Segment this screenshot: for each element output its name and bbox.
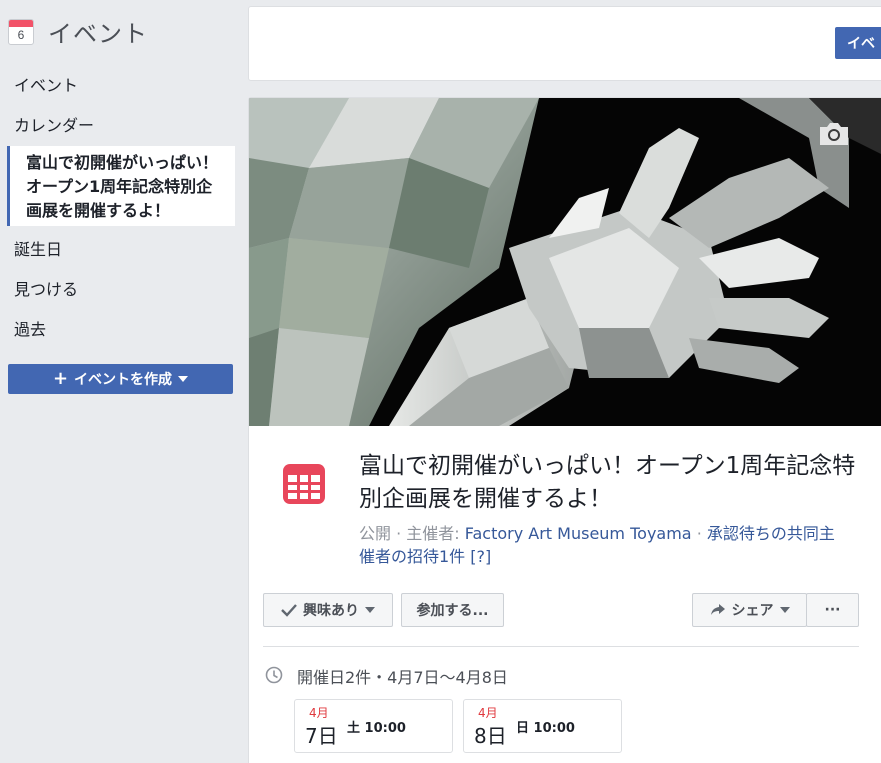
create-event-button[interactable]: + イベントを作成 — [8, 364, 233, 394]
chip-month: 4月 — [309, 706, 329, 720]
interested-button[interactable]: 興味あり — [263, 593, 393, 627]
sidebar-item-past[interactable]: 過去 — [14, 316, 46, 340]
event-calendar-icon — [283, 464, 325, 504]
clock-icon — [265, 666, 283, 684]
chip-day: 7日 — [305, 724, 338, 748]
help-link[interactable]: [?] — [470, 547, 491, 566]
share-arrow-icon — [710, 604, 725, 615]
host-link[interactable]: Factory Art Museum Toyama — [465, 524, 692, 543]
share-label: シェア — [731, 603, 774, 619]
event-meta: 公開 · 主催者: Factory Art Museum Toyama · 承認… — [359, 522, 849, 568]
chevron-down-icon — [779, 607, 790, 613]
plus-icon: + — [52, 368, 69, 389]
interested-label: 興味あり — [303, 603, 359, 619]
chip-weekday: 日 — [516, 721, 530, 736]
create-event-top-button[interactable]: イベ — [835, 27, 881, 59]
sidebar-item-selected-event[interactable]: 富山で初開催がいっぱい！オープン1周年記念特別企画展を開催するよ！ — [7, 146, 235, 226]
calendar-icon: 6 — [8, 18, 34, 45]
chip-time-value: 10:00 — [364, 721, 406, 736]
chip-month: 4月 — [478, 706, 498, 720]
event-title: 富山で初開催がいっぱい！オープン1周年記念特別企画展を開催するよ！ — [359, 453, 856, 512]
chip-weekday: 土 — [347, 721, 361, 736]
calendar-day: 6 — [17, 27, 25, 42]
more-button[interactable]: ··· — [806, 593, 859, 627]
sidebar-item-calendar[interactable]: カレンダー — [14, 112, 94, 136]
chevron-down-icon — [178, 376, 189, 382]
going-button[interactable]: 参加する... — [401, 593, 504, 627]
sidebar-item-birthdays[interactable]: 誕生日 — [14, 236, 62, 260]
more-icon: ··· — [824, 602, 841, 618]
meta-separator: · — [691, 524, 707, 543]
check-icon — [281, 604, 297, 617]
top-card — [248, 6, 881, 81]
sidebar-item-events[interactable]: イベント — [14, 72, 78, 96]
sidebar-header: 6 イベント — [8, 14, 148, 49]
create-event-label: イベントを作成 — [74, 372, 173, 388]
camera-icon[interactable] — [817, 120, 851, 148]
sidebar-title: イベント — [48, 20, 148, 48]
event-visibility: 公開 · 主催者: — [359, 524, 465, 543]
sidebar: 6 イベント イベント カレンダー 富山で初開催がいっぱい！オープン1周年記念特… — [0, 0, 240, 763]
going-label: 参加する... — [416, 603, 489, 619]
chip-time: 土 10:00 — [347, 717, 406, 736]
cover-image — [249, 98, 881, 426]
chip-time-value: 10:00 — [533, 721, 575, 736]
cover-photo — [249, 98, 881, 426]
sidebar-item-discover[interactable]: 見つける — [14, 276, 78, 300]
date-chip[interactable]: 4月 7日 土 10:00 — [294, 699, 453, 753]
share-button[interactable]: シェア — [692, 593, 807, 627]
chip-day: 8日 — [474, 724, 507, 748]
date-chip[interactable]: 4月 8日 日 10:00 — [463, 699, 622, 753]
event-card: 富山で初開催がいっぱい！オープン1周年記念特別企画展を開催するよ！ 公開 · 主… — [248, 97, 881, 763]
chevron-down-icon — [365, 607, 375, 613]
chip-time: 日 10:00 — [516, 717, 575, 736]
divider — [263, 646, 859, 647]
date-range: 開催日2件・4月7日〜4月8日 — [297, 668, 508, 687]
